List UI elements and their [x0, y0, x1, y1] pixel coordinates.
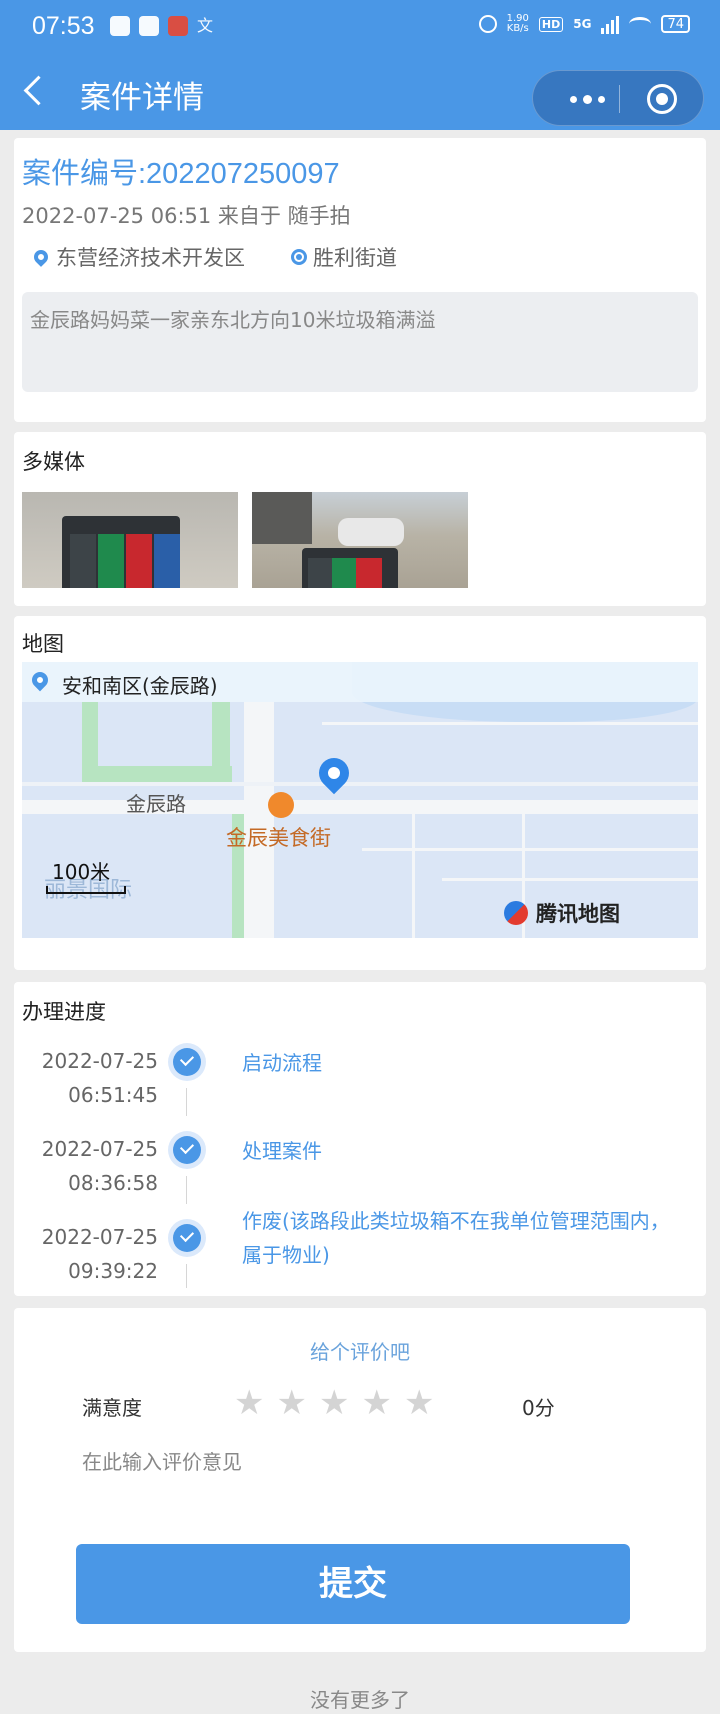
map-road — [22, 800, 698, 814]
star-icon[interactable]: ★ — [319, 1386, 349, 1420]
battery-icon: 74 — [661, 15, 690, 33]
capsule-divider — [619, 85, 620, 113]
map-road-label: 金辰路 — [126, 792, 186, 816]
star-icon[interactable]: ★ — [361, 1386, 391, 1420]
check-icon — [173, 1048, 201, 1076]
wifi-icon — [629, 17, 652, 31]
media-thumbnail[interactable] — [252, 492, 468, 588]
street-label: 胜利街道 — [313, 246, 397, 270]
timeline-step: 处理案件 — [242, 1139, 322, 1163]
case-description: 金辰路妈妈菜一家亲东北方向10米垃圾箱满溢 — [22, 292, 698, 392]
app-notification-icon — [168, 16, 188, 36]
location-pin-icon — [31, 247, 51, 267]
alarm-icon — [478, 15, 497, 33]
map-card: 地图 安和南区(金辰路) 金辰路 金辰美食街 丽景国际 100米 腾讯地图 — [14, 616, 706, 970]
network-speed: 1.90 KB/s — [506, 13, 529, 34]
timeline-line — [186, 1088, 187, 1116]
car-shape — [338, 518, 404, 546]
restaurant-poi-icon — [268, 792, 294, 818]
green-belt — [212, 702, 230, 782]
map-view[interactable]: 安和南区(金辰路) 金辰路 金辰美食街 丽景国际 100米 腾讯地图 — [22, 662, 698, 938]
map-road — [322, 722, 698, 725]
submit-button[interactable]: 提交 — [76, 1544, 630, 1624]
timeline-step: 作废(该路段此类垃圾箱不在我单位管理范围内，属于物业) — [242, 1209, 670, 1267]
comment-input[interactable]: 在此输入评价意见 — [82, 1446, 242, 1475]
close-miniprogram-button[interactable] — [647, 84, 677, 114]
case-meta: 2022-07-25 06:51 来自于 随手拍 — [22, 204, 351, 228]
timeline-date: 2022-07-25 08:36:58 — [41, 1137, 158, 1195]
progress-title: 办理进度 — [22, 1000, 106, 1024]
hd-icon: HD — [538, 16, 564, 32]
map-road — [442, 878, 698, 881]
progress-card: 办理进度 2022-07-25 06:51:45 启动流程 2022-07-25 0… — [14, 982, 706, 1296]
case-number: 案件编号:202207250097 — [22, 158, 340, 190]
case-card: 案件编号:202207250097 2022-07-25 06:51 来自于 随… — [14, 138, 706, 422]
map-road — [412, 814, 415, 938]
trash-bin-image — [62, 516, 180, 588]
map-location-name: 安和南区(金辰路) — [62, 674, 218, 698]
no-more-text: 没有更多了 — [310, 1688, 410, 1712]
map-road — [22, 782, 698, 786]
tencent-map-icon — [504, 901, 528, 925]
app-notification-icon — [110, 16, 130, 36]
location-row: 东营经济技术开发区 胜利街道 — [31, 242, 397, 272]
media-thumbnail[interactable] — [22, 492, 238, 588]
page-title: 案件详情 — [80, 80, 204, 116]
map-road — [244, 702, 274, 938]
map-marker-icon — [312, 751, 356, 795]
map-title: 地图 — [22, 632, 64, 656]
map-scale-label: 100米 — [52, 860, 111, 884]
media-title: 多媒体 — [22, 450, 85, 474]
location-pin-icon — [28, 668, 52, 692]
star-icon[interactable]: ★ — [234, 1386, 264, 1420]
green-belt — [82, 766, 232, 782]
street-target-icon — [291, 249, 307, 265]
district-label: 东营经济技术开发区 — [56, 246, 245, 270]
notification-icons: 文 — [110, 16, 217, 36]
status-time: 07:53 — [32, 12, 95, 40]
status-bar: 07:53 文 1.90 KB/s HD 5G 74 — [0, 0, 720, 58]
check-icon — [173, 1136, 201, 1164]
star-rating: ★ ★ ★ ★ ★ — [234, 1386, 434, 1420]
rating-title: 给个评价吧 — [310, 1340, 410, 1364]
nav-bar: 案件详情 — [0, 58, 720, 130]
signal-icon — [601, 14, 620, 34]
media-card: 多媒体 — [14, 432, 706, 606]
star-icon[interactable]: ★ — [404, 1386, 434, 1420]
satisfaction-label: 满意度 — [82, 1396, 142, 1420]
timeline-date: 2022-07-25 09:39:22 — [41, 1225, 158, 1283]
timeline-line — [186, 1264, 187, 1288]
building-shape — [252, 492, 312, 544]
status-indicators: 1.90 KB/s HD 5G 74 — [478, 13, 690, 34]
app-notification-icon — [139, 16, 159, 36]
map-poi-label: 金辰美食街 — [226, 826, 331, 850]
miniprogram-capsule — [532, 70, 704, 126]
more-button[interactable] — [557, 71, 617, 127]
timeline-step: 启动流程 — [242, 1051, 322, 1075]
timeline-date: 2022-07-25 06:51:45 — [41, 1049, 158, 1107]
app-notification-icon: 文 — [197, 16, 214, 35]
star-icon[interactable]: ★ — [276, 1386, 306, 1420]
map-scale-bar — [46, 886, 126, 894]
network-type: 5G — [573, 17, 592, 31]
map-location-header: 安和南区(金辰路) — [22, 662, 698, 702]
rating-score: 0分 — [522, 1396, 555, 1420]
trash-bin-image — [302, 548, 398, 588]
map-provider-logo: 腾讯地图 — [504, 898, 620, 928]
timeline-line — [186, 1176, 187, 1204]
check-icon — [173, 1224, 201, 1252]
back-icon[interactable] — [23, 75, 54, 106]
rating-card: 给个评价吧 满意度 ★ ★ ★ ★ ★ 0分 在此输入评价意见 提交 — [14, 1308, 706, 1652]
